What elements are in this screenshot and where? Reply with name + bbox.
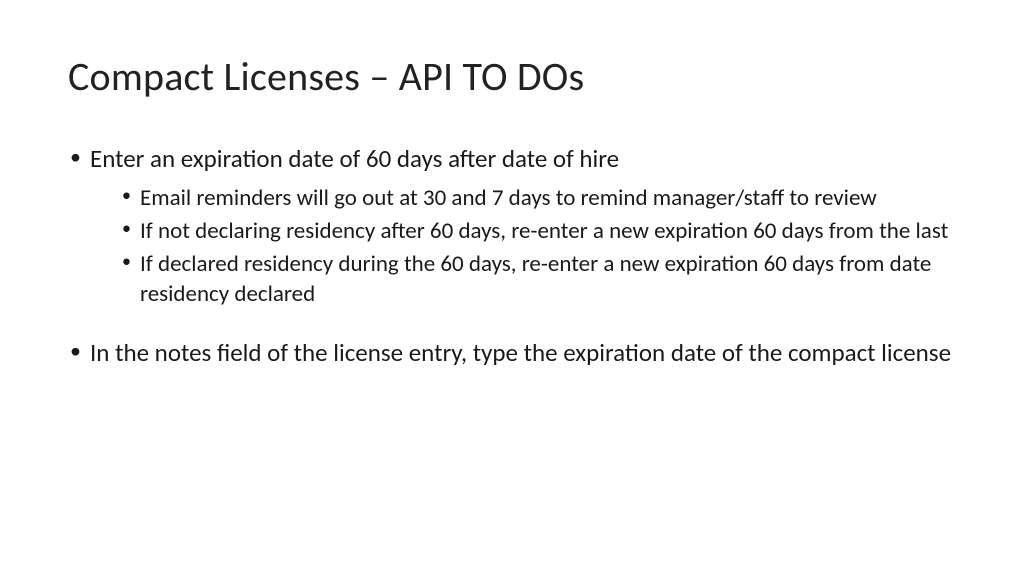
bullet-list: Enter an expiration date of 60 days afte… — [68, 143, 956, 370]
bullet-text: Email reminders will go out at 30 and 7 … — [140, 184, 877, 212]
sub-bullet-list: Email reminders will go out at 30 and 7 … — [90, 184, 956, 310]
list-item: Enter an expiration date of 60 days afte… — [68, 143, 956, 309]
bullet-text: Enter an expiration date of 60 days afte… — [90, 143, 619, 174]
bullet-text: If declared residency during the 60 days… — [140, 250, 931, 307]
bullet-text: In the notes field of the license entry,… — [90, 337, 951, 368]
slide-title: Compact Licenses – API TO DOs — [68, 52, 956, 101]
list-item: If declared residency during the 60 days… — [120, 250, 956, 309]
list-item: In the notes field of the license entry,… — [68, 337, 956, 370]
list-item: Email reminders will go out at 30 and 7 … — [120, 184, 956, 213]
bullet-text: If not declaring residency after 60 days… — [140, 217, 948, 245]
list-item: If not declaring residency after 60 days… — [120, 217, 956, 246]
